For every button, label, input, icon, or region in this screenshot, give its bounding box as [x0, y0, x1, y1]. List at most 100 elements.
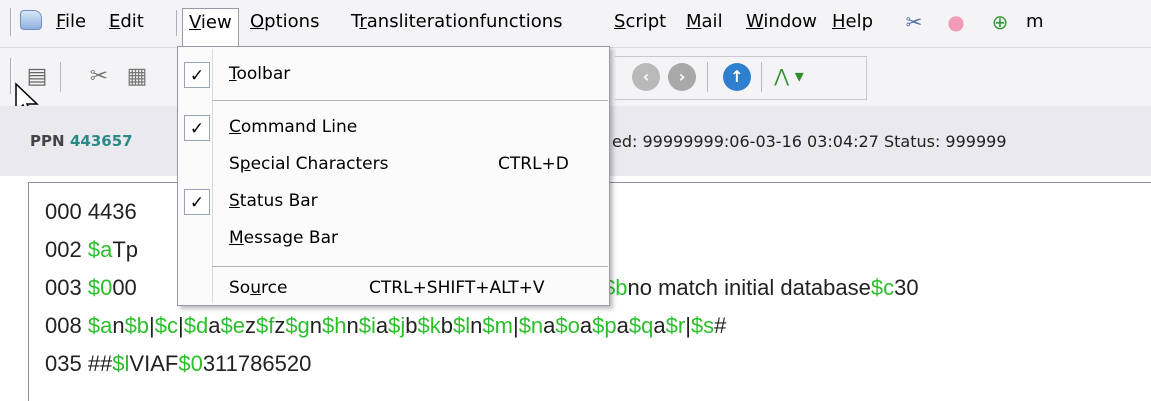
subfield-code: $i	[358, 313, 376, 338]
ppn-label: PPN	[30, 132, 65, 150]
tree-dropdown-icon[interactable]: ⋀ ▾	[774, 62, 804, 92]
field-text: 003	[45, 275, 88, 300]
paste-icon[interactable]: ▦	[122, 62, 152, 92]
field-text: 000 4436	[45, 199, 137, 224]
field-text: 035 ##	[45, 351, 113, 376]
forward-icon[interactable]: ›	[668, 63, 696, 91]
field-text: z	[244, 313, 256, 338]
view-menu-dropdown: ✓ Toolbar ✓ Command Line Special Charact…	[177, 46, 610, 306]
field-text: a	[208, 313, 221, 338]
check-icon: ✓	[184, 115, 210, 141]
subfield-code: $b	[124, 313, 150, 338]
field-text: n	[470, 313, 483, 338]
toolbar-grip[interactable]	[10, 58, 13, 94]
subfield-code: $e	[220, 313, 245, 338]
field-text: no match initial database	[627, 275, 871, 300]
field-line[interactable]: 000 4436	[45, 199, 137, 225]
field-text: n	[309, 313, 323, 338]
menu-help[interactable]: Help	[826, 8, 879, 36]
subfield-code: $d	[183, 313, 209, 338]
subfield-code: $r	[665, 313, 686, 338]
menu-edit[interactable]: Edit	[103, 8, 150, 36]
menu-item-source[interactable]: Source CTRL+SHIFT+ALT+V	[178, 273, 609, 305]
menu-item-toolbar[interactable]: ✓ Toolbar	[178, 59, 609, 91]
menu-view[interactable]: View	[182, 8, 239, 46]
globe-icon[interactable]: ⊕	[988, 10, 1012, 34]
scissors-icon[interactable]: ✂	[902, 10, 926, 34]
subfield-code: $q	[628, 313, 654, 338]
field-text: a	[543, 313, 556, 338]
menu-separator	[212, 100, 608, 101]
subfield-code: $l	[453, 313, 471, 338]
subfield-code: $f	[255, 313, 275, 338]
menu-m[interactable]: m	[1020, 8, 1050, 36]
field-text: 002	[45, 237, 88, 262]
field-text: 00	[112, 275, 137, 300]
field-text: z	[274, 313, 286, 338]
field-text: 311786520	[202, 351, 312, 376]
field-text: n	[346, 313, 359, 338]
field-text: a	[616, 313, 629, 338]
menu-item-special-characters[interactable]: Special Characters CTRL+D	[178, 149, 609, 181]
shortcut-label: CTRL+D	[498, 154, 569, 174]
check-icon: ✓	[184, 189, 210, 215]
cut-icon[interactable]: ✂	[84, 62, 114, 92]
subfield-code: $c	[154, 313, 179, 338]
menu-separator	[212, 266, 608, 267]
field-text: n	[112, 313, 125, 338]
field-text: b	[405, 313, 418, 338]
field-text: a	[375, 313, 389, 338]
menu-options[interactable]: Options	[244, 8, 325, 36]
shortcut-label: CTRL+SHIFT+ALT+V	[369, 278, 545, 298]
menu-script[interactable]: Script	[608, 8, 672, 36]
subfield-code: $j	[388, 313, 406, 338]
subfield-code: $m	[482, 313, 513, 338]
check-icon: ✓	[184, 62, 210, 88]
subfield-code: $s	[690, 313, 715, 338]
subfield-code: $c	[870, 275, 895, 300]
field-text: VIAF	[129, 351, 179, 376]
field-line[interactable]: 035 ##$lVIAF$0311786520	[45, 351, 311, 377]
field-line-tail[interactable]: $bno match initial database$c30	[603, 275, 919, 301]
subfield-code: $a	[87, 313, 113, 338]
toolbar-separator	[60, 62, 61, 92]
field-text: a	[579, 313, 593, 338]
back-icon[interactable]: ‹	[632, 63, 660, 91]
menu-mail[interactable]: Mail	[680, 8, 729, 36]
field-text: 30	[894, 275, 919, 300]
menu-item-status-bar[interactable]: ✓ Status Bar	[178, 186, 609, 218]
subfield-code: $a	[87, 237, 113, 262]
ppn-value[interactable]: 443657	[70, 132, 133, 150]
menu-bar: File Edit View Options Transliterationfu…	[0, 0, 1151, 48]
field-text: b	[440, 313, 454, 338]
app-icon[interactable]	[20, 10, 42, 30]
toolbar-separator	[707, 62, 708, 92]
menubar-grip[interactable]	[10, 8, 13, 36]
field-line[interactable]: 008 $an$b|$c|$da$ez$fz$gn$hn$ia$jb$kb$ln…	[45, 313, 726, 339]
field-text: #	[714, 313, 727, 338]
subfield-code: $l	[112, 351, 130, 376]
field-text: 008	[45, 313, 88, 338]
subfield-code: $o	[555, 313, 580, 338]
subfield-code: $k	[417, 313, 441, 338]
subfield-code: $0	[87, 275, 113, 300]
subfield-code: $g	[285, 313, 310, 338]
field-line[interactable]: 003 $000	[45, 275, 137, 301]
menu-file[interactable]: File	[50, 8, 92, 36]
menu-item-command-line[interactable]: ✓ Command Line	[178, 112, 609, 144]
subfield-code: $n	[518, 313, 544, 338]
up-icon[interactable]: ↑	[723, 63, 751, 91]
subfield-code: $h	[322, 313, 347, 338]
menu-transliterationfunctions[interactable]: Transliterationfunctions	[345, 8, 569, 36]
field-text: Tp	[112, 237, 138, 262]
menubar-separator	[176, 10, 177, 36]
subfield-code: $0	[178, 351, 203, 376]
record-status-text: ed: 99999999:06-03-16 03:04:27 Status: 9…	[612, 132, 1007, 151]
menu-item-message-bar[interactable]: Message Bar	[178, 223, 609, 255]
menu-window[interactable]: Window	[740, 8, 823, 36]
toolbar-separator	[761, 62, 762, 92]
field-text: a	[653, 313, 666, 338]
field-line[interactable]: 002 $aTp	[45, 237, 138, 263]
piggy-bank-icon[interactable]: ●	[944, 10, 968, 34]
subfield-code: $p	[592, 313, 617, 338]
